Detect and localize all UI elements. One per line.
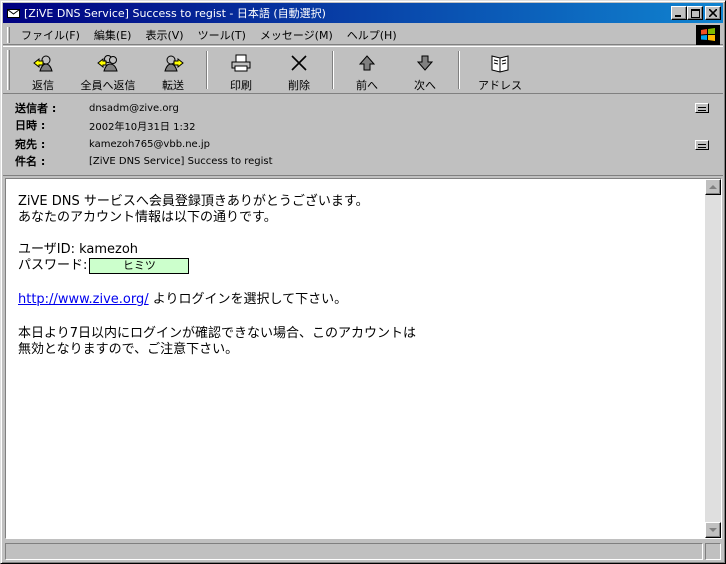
delete-label: 削除 bbox=[288, 79, 310, 92]
to-expand-button[interactable] bbox=[695, 140, 709, 150]
link-line: http://www.zive.org/ よりログインを選択して下さい。 bbox=[18, 292, 698, 308]
close-button[interactable] bbox=[705, 6, 721, 20]
resize-grip-icon[interactable] bbox=[705, 543, 721, 560]
toolbar-separator bbox=[332, 51, 334, 89]
forward-label: 転送 bbox=[162, 79, 184, 92]
subject-label: 件名 : bbox=[15, 155, 46, 168]
arrow-up-icon bbox=[709, 184, 717, 189]
reply-button[interactable]: 返信 bbox=[14, 47, 72, 93]
password-line: パスワード: ヒミツ bbox=[18, 258, 698, 274]
from-row: 送信者 : dnsadm@zive.org bbox=[15, 100, 179, 116]
forward-button[interactable]: 転送 bbox=[144, 47, 202, 93]
message-headers: 送信者 : dnsadm@zive.org 日時 : 2002年10月31日 1… bbox=[3, 96, 723, 176]
menu-help[interactable]: ヘルプ(H) bbox=[340, 27, 404, 43]
addresses-label: アドレス bbox=[478, 79, 522, 92]
scroll-up-button[interactable] bbox=[705, 179, 721, 195]
message-body[interactable]: ZiVE DNS サービスへ会員登録頂きありがとうございます。 あなたのアカウン… bbox=[5, 178, 722, 539]
message-text: ZiVE DNS サービスへ会員登録頂きありがとうございます。 あなたのアカウン… bbox=[18, 194, 698, 358]
userid-line: ユーザID: kamezoh bbox=[18, 242, 139, 257]
link-suffix: よりログインを選択して下さい。 bbox=[148, 292, 348, 307]
date-value: 2002年10月31日 1:32 bbox=[89, 121, 196, 133]
arrow-down-icon bbox=[414, 52, 436, 73]
print-button[interactable]: 印刷 bbox=[212, 47, 270, 93]
reply-icon bbox=[32, 52, 54, 73]
windows-logo-icon bbox=[696, 24, 720, 45]
printer-icon bbox=[230, 52, 252, 73]
zive-link[interactable]: http://www.zive.org/ bbox=[18, 292, 149, 307]
menu-grip[interactable] bbox=[7, 26, 10, 43]
arrow-down-icon bbox=[709, 527, 717, 532]
subject-row: 件名 : [ZiVE DNS Service] Success to regis… bbox=[15, 153, 273, 169]
next-button[interactable]: 次へ bbox=[396, 47, 454, 93]
toolbar-grip[interactable] bbox=[7, 50, 10, 90]
menu-view[interactable]: 表示(V) bbox=[138, 27, 190, 43]
menu-file[interactable]: ファイル(F) bbox=[14, 27, 87, 43]
reply-all-button[interactable]: 全員へ返信 bbox=[72, 47, 144, 93]
toolbar: 返信 全員へ返信 転送 印刷 削除 前へ 次へ アドレス bbox=[3, 46, 723, 94]
next-label: 次へ bbox=[414, 79, 436, 92]
to-value[interactable]: kamezoh765@vbb.ne.jp bbox=[89, 139, 210, 150]
from-value[interactable]: dnsadm@zive.org bbox=[89, 103, 179, 114]
status-pane bbox=[5, 543, 703, 560]
from-expand-button[interactable] bbox=[695, 103, 709, 113]
subject-value: [ZiVE DNS Service] Success to regist bbox=[89, 155, 273, 167]
menu-edit[interactable]: 編集(E) bbox=[87, 27, 139, 43]
menu-bar: ファイル(F) 編集(E) 表示(V) ツール(T) メッセージ(M) ヘルプ(… bbox=[3, 24, 723, 45]
date-row: 日時 : 2002年10月31日 1:32 bbox=[15, 117, 196, 133]
previous-label: 前へ bbox=[356, 79, 378, 92]
menu-tools[interactable]: ツール(T) bbox=[191, 27, 253, 43]
toolbar-separator bbox=[206, 51, 208, 89]
to-row: 宛先 : kamezoh765@vbb.ne.jp bbox=[15, 136, 210, 152]
reply-label: 返信 bbox=[32, 79, 54, 92]
mail-window: [ZiVE DNS Service] Success to regist - 日… bbox=[0, 0, 726, 564]
delete-x-icon bbox=[288, 52, 310, 73]
mail-envelope-icon bbox=[6, 6, 20, 20]
arrow-up-icon bbox=[356, 52, 378, 73]
maximize-button[interactable] bbox=[687, 6, 703, 20]
reply-all-label: 全員へ返信 bbox=[80, 79, 136, 92]
password-label: パスワード: bbox=[18, 258, 88, 273]
body-line: ZiVE DNS サービスへ会員登録頂きありがとうございます。 bbox=[18, 194, 369, 209]
vertical-scrollbar[interactable] bbox=[705, 179, 721, 538]
date-label: 日時 : bbox=[15, 119, 46, 132]
body-line: あなたのアカウント情報は以下の通りです。 bbox=[18, 210, 277, 225]
print-label: 印刷 bbox=[230, 79, 252, 92]
status-bar bbox=[3, 542, 723, 561]
delete-button[interactable]: 削除 bbox=[270, 47, 328, 93]
body-line: 無効となりますので、ご注意下さい。 bbox=[18, 342, 239, 357]
password-value: ヒミツ bbox=[89, 258, 190, 274]
address-book-icon bbox=[489, 52, 511, 73]
menu-message[interactable]: メッセージ(M) bbox=[253, 27, 340, 43]
forward-icon bbox=[162, 52, 184, 73]
minimize-button[interactable] bbox=[671, 6, 687, 20]
reply-all-icon bbox=[97, 52, 119, 73]
body-line: 本日より7日以内にログインが確認できない場合、このアカウントは bbox=[18, 326, 417, 341]
scroll-down-button[interactable] bbox=[705, 522, 721, 538]
title-bar[interactable]: [ZiVE DNS Service] Success to regist - 日… bbox=[3, 3, 723, 23]
addresses-button[interactable]: アドレス bbox=[464, 47, 536, 93]
previous-button[interactable]: 前へ bbox=[338, 47, 396, 93]
to-label: 宛先 : bbox=[15, 138, 46, 151]
from-label: 送信者 : bbox=[15, 102, 57, 115]
window-title: [ZiVE DNS Service] Success to regist - 日… bbox=[24, 7, 326, 20]
toolbar-separator bbox=[458, 51, 460, 89]
